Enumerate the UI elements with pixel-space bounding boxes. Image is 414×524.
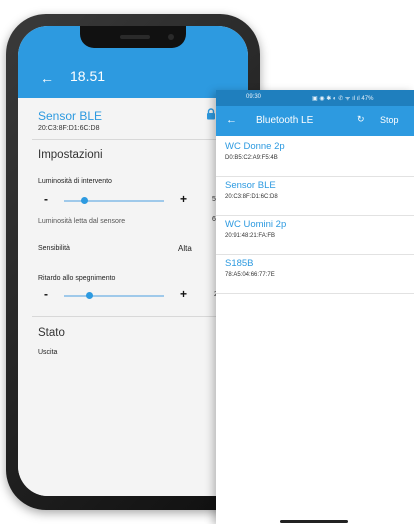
arrow-left-icon[interactable]: ← xyxy=(40,70,54,86)
luminosita-slider[interactable] xyxy=(64,197,164,204)
phone-screen: ← 18.51 Sensor BLE 20:C3:8F:D1:6C:D8 Imp… xyxy=(18,26,248,496)
ble-device-mac: 20:C3:8F:D1:6C:D8 xyxy=(225,194,278,200)
luminosita-minus-button[interactable]: - xyxy=(44,192,48,206)
section-impostazioni: Impostazioni xyxy=(38,149,103,161)
ble-device-name: WC Donne 2p xyxy=(225,141,285,152)
section-stato: Stato xyxy=(38,327,65,339)
luminosita-letta-label: Luminosità letta dal sensore xyxy=(38,218,126,225)
device-settings: Sensor BLE 20:C3:8F:D1:6C:D8 Impostazion… xyxy=(18,98,248,496)
status-bar: 09:30 ▣ ◉ ✱ ◐ ✆ ᯤ ıl ıl 47% xyxy=(216,90,414,106)
ritardo-slider-thumb[interactable] xyxy=(85,292,93,299)
ritardo-slider[interactable] xyxy=(64,292,164,299)
home-indicator[interactable] xyxy=(280,520,348,523)
phone-notch xyxy=(80,26,186,48)
ble-device-mac: D0:B5:C2:A9:F5:4B xyxy=(225,155,278,161)
ritardo-plus-button[interactable]: + xyxy=(180,287,187,301)
app-title: 18.51 xyxy=(70,68,106,84)
luminosita-plus-button[interactable]: + xyxy=(180,192,187,206)
ble-device-mac: 20:91:48:21:FA:FB xyxy=(225,233,276,239)
uscita-label: Uscita xyxy=(38,349,58,356)
luminosita-intervento-label: Luminosità di intervento xyxy=(38,178,112,185)
speaker-grille xyxy=(120,35,150,39)
status-icons: ▣ ◉ ✱ ◐ ✆ ᯤ ıl ıl 47% xyxy=(312,96,374,102)
sensibilita-value[interactable]: Alta xyxy=(178,244,192,253)
ble-device-item[interactable]: S185B 78:A5:04:66:77:7E xyxy=(216,255,414,294)
sensibilita-label: Sensibilità xyxy=(38,245,70,252)
ble-device-mac: 78:A5:04:66:77:7E xyxy=(225,272,275,278)
lock-icon[interactable] xyxy=(206,108,216,120)
ritardo-minus-button[interactable]: - xyxy=(44,287,48,301)
ble-device-name: Sensor BLE xyxy=(225,180,276,191)
bluetooth-le-screen: 09:30 ▣ ◉ ✱ ◐ ✆ ᯤ ıl ıl 47% ← Bluetooth … xyxy=(216,90,414,524)
status-time: 09:30 xyxy=(246,94,262,100)
ble-device-item[interactable]: WC Donne 2p D0:B5:C2:A9:F5:4B xyxy=(216,138,414,177)
device-mac: 20:C3:8F:D1:6C:D8 xyxy=(38,125,100,132)
refresh-icon[interactable]: ↻ xyxy=(357,114,365,125)
ble-device-item[interactable]: Sensor BLE 20:C3:8F:D1:6C:D8 xyxy=(216,177,414,216)
arrow-left-icon[interactable]: ← xyxy=(226,114,237,126)
ble-device-item[interactable]: WC Uomini 2p 20:91:48:21:FA:FB xyxy=(216,216,414,255)
front-camera xyxy=(168,34,174,40)
ble-device-name: S185B xyxy=(225,258,254,269)
ritardo-label: Ritardo allo spegnimento xyxy=(38,275,116,282)
toolbar-title: Bluetooth LE xyxy=(256,115,314,126)
ble-device-name: WC Uomini 2p xyxy=(225,219,287,230)
device-name: Sensor BLE xyxy=(38,109,103,123)
luminosita-slider-thumb[interactable] xyxy=(80,197,88,204)
toolbar: ← Bluetooth LE ↻ Stop xyxy=(216,106,414,136)
stop-button[interactable]: Stop xyxy=(380,115,399,125)
